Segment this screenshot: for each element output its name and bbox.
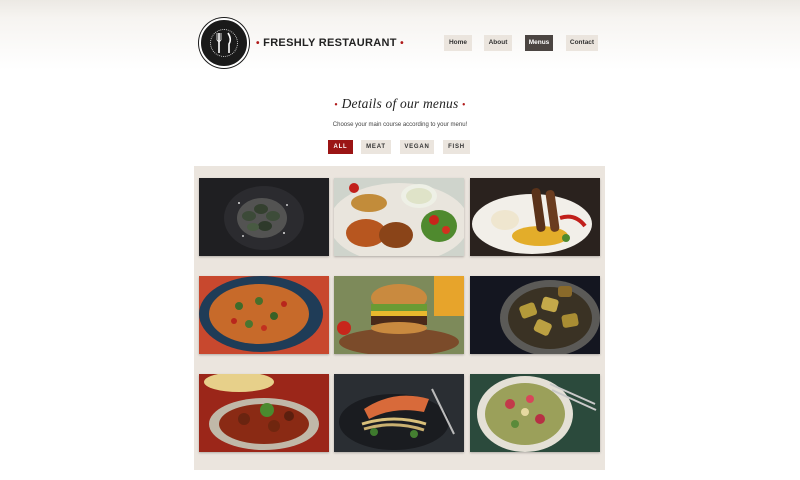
gallery-item-kebab[interactable] (470, 178, 600, 256)
filter-fish[interactable]: FISH (443, 140, 470, 154)
nav-contact[interactable]: Contact (566, 35, 598, 51)
site-header: • FRESHLY RESTAURANT • Home About Menus … (0, 0, 800, 78)
restaurant-logo[interactable] (199, 18, 249, 68)
nav-menus[interactable]: Menus (525, 35, 553, 51)
fork-knife-icon (216, 32, 232, 53)
gallery-item-burger[interactable] (334, 276, 464, 354)
filter-vegan[interactable]: VEGAN (400, 140, 434, 154)
burger-image (334, 276, 464, 354)
gallery-item-eggplant[interactable] (470, 276, 600, 354)
gallery-item-pasta[interactable] (199, 276, 329, 354)
brand-name[interactable]: • FRESHLY RESTAURANT • (256, 37, 404, 49)
brand-dot-right: • (400, 38, 404, 49)
gallery-item-salad[interactable] (470, 374, 600, 452)
gallery-item-mussels[interactable] (199, 178, 329, 256)
title-dot-left: • (334, 100, 338, 111)
grilled-platter-image (334, 178, 464, 256)
mussels-dish-image (199, 178, 329, 256)
brand-dot-left: • (256, 38, 260, 49)
nav-home[interactable]: Home (444, 35, 472, 51)
section-title: • Details of our menus • (0, 96, 800, 112)
filter-meat[interactable]: MEAT (361, 140, 391, 154)
filter-all[interactable]: ALL (328, 140, 353, 154)
gallery-item-grilled-platter[interactable] (334, 178, 464, 256)
section-title-text: Details of our menus (341, 96, 459, 111)
brand-label: FRESHLY RESTAURANT (263, 37, 397, 49)
gallery-item-stew[interactable] (199, 374, 329, 452)
salmon-noodles-image (334, 374, 464, 452)
title-dot-right: • (462, 100, 466, 111)
logo-badge (199, 18, 249, 68)
gallery-item-salmon[interactable] (334, 374, 464, 452)
stew-image (199, 374, 329, 452)
salad-bowl-image (470, 374, 600, 452)
nav-about[interactable]: About (484, 35, 512, 51)
grilled-eggplant-image (470, 276, 600, 354)
pasta-skillet-image (199, 276, 329, 354)
menu-gallery (194, 166, 605, 470)
section-subtitle: Choose your main course according to you… (332, 122, 468, 128)
kebab-rice-image (470, 178, 600, 256)
